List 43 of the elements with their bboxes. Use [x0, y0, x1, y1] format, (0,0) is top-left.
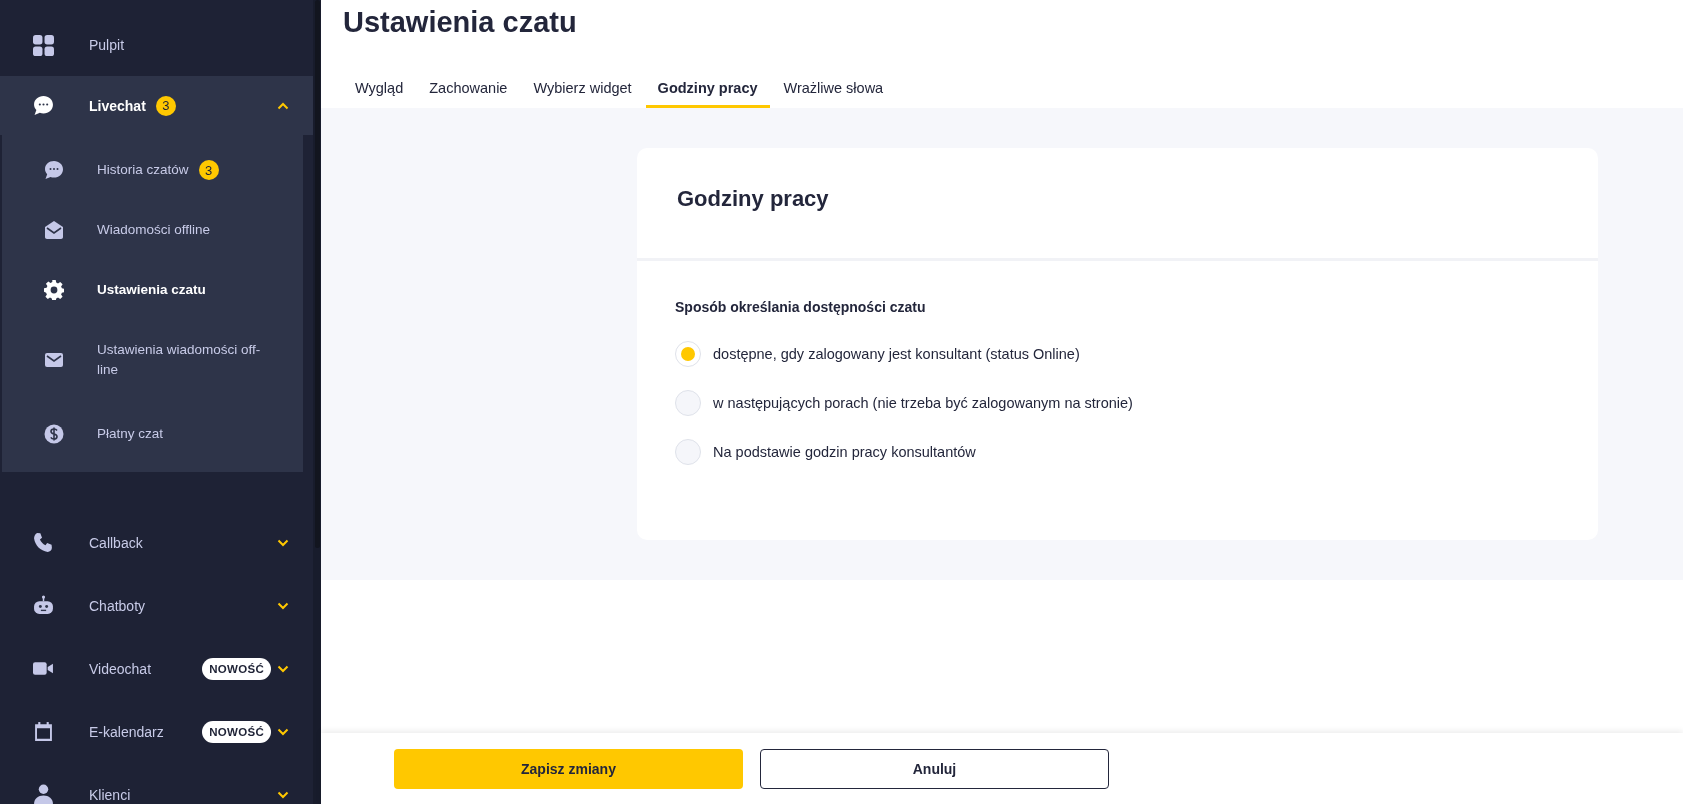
chat-bubble-icon [33, 95, 54, 116]
section-label: Sposób określania dostępności czatu [675, 299, 927, 315]
sidebar-item[interactable]: Klienci [0, 763, 313, 804]
submenu-item[interactable]: Historia czatów 3 [2, 140, 303, 200]
phone-icon [33, 532, 54, 553]
tab[interactable]: Wygląd [343, 74, 416, 108]
envelope-icon [44, 350, 64, 370]
sidebar-item[interactable]: Livechat 3 [0, 76, 313, 135]
scrollbar-thumb[interactable] [314, 0, 320, 548]
person-icon [33, 784, 54, 804]
count-badge: 3 [198, 160, 219, 180]
radio-button[interactable] [675, 389, 701, 416]
open-envelope-icon [44, 220, 64, 240]
new-badge: NOWOŚĆ [202, 720, 271, 743]
sidebar-item[interactable]: E-kalendarz NOWOŚĆ [0, 700, 313, 763]
card-title: Godziny pracy [677, 186, 830, 212]
tab[interactable]: Zachowanie [417, 74, 520, 108]
save-button[interactable]: Zapisz zmiany [394, 748, 743, 789]
grid-icon [33, 34, 54, 56]
tab[interactable]: Wybierz widget [521, 74, 644, 108]
dollar-coin-icon [44, 424, 64, 444]
radio-button[interactable] [675, 438, 701, 465]
sidebar-item[interactable]: Videochat NOWOŚĆ [0, 637, 313, 700]
new-badge: NOWOŚĆ [202, 657, 271, 680]
cancel-button[interactable]: Anuluj [760, 748, 1109, 789]
submenu-item[interactable]: Ustawienia czatu [2, 260, 303, 320]
submenu-item[interactable]: Wiadomości offline [2, 200, 303, 260]
submenu-item[interactable]: Ustawienia wiadomości off-line [2, 320, 303, 402]
count-badge: 3 [155, 95, 176, 116]
chat-bubble-icon [44, 160, 64, 180]
radio-label: dostępne, gdy zalogowany jest konsultant (status Online) [713, 345, 1080, 362]
submenu-item[interactable]: Płatny czat [2, 402, 303, 464]
radio-button[interactable] [675, 340, 701, 367]
calendar-icon [33, 721, 54, 742]
page-title: Ustawienia czatu [343, 6, 578, 40]
robot-icon [33, 595, 54, 616]
sidebar-item[interactable]: Chatboty [0, 574, 313, 637]
tab[interactable]: Wrażliwe słowa [771, 74, 896, 108]
radio-label: w następujących porach (nie trzeba być zalogowanym na stronie) [713, 394, 1133, 411]
radio-label: Na podstawie godzin pracy konsultantów [713, 443, 976, 460]
gear-icon [44, 280, 64, 300]
sidebar-item[interactable]: Callback [0, 511, 313, 574]
sidebar-item[interactable]: Pulpit [0, 14, 313, 76]
